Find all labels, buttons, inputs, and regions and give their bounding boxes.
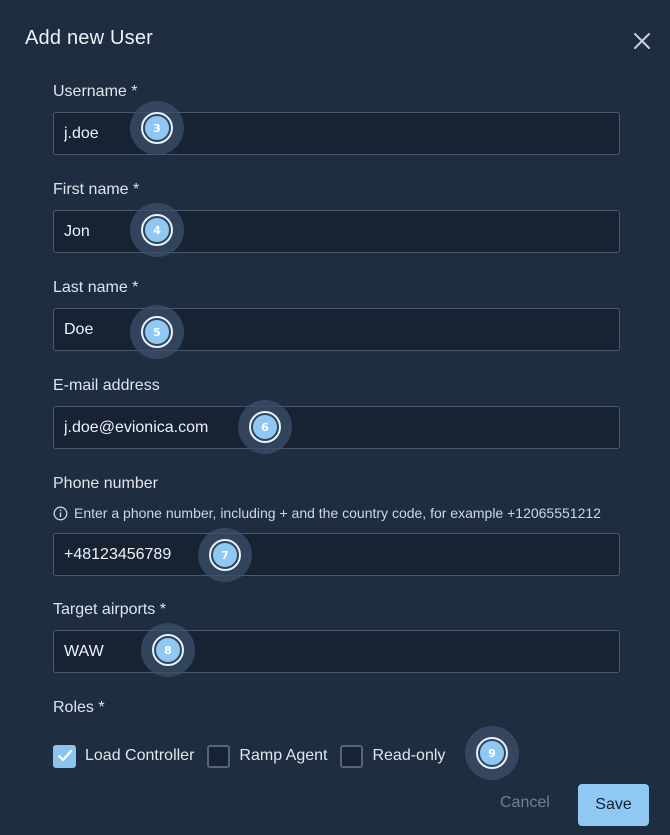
last-name-label: Last name * [53, 279, 139, 296]
role-read-only[interactable]: Read-only [340, 744, 446, 768]
step-marker-number: 6 [253, 415, 277, 439]
phone-input[interactable] [54, 534, 619, 575]
step-marker-7: 7 [198, 528, 252, 582]
ramp-agent-checkbox[interactable] [207, 744, 231, 768]
phone-field-wrapper [53, 533, 620, 576]
step-marker-4: 4 [130, 203, 184, 257]
step-marker-number: 5 [145, 320, 169, 344]
role-label: Read-only [372, 747, 446, 764]
step-marker-number: 7 [213, 543, 237, 567]
airports-field-wrapper [53, 630, 620, 673]
roles-label: Roles * [53, 699, 105, 716]
check-icon [57, 749, 72, 762]
dialog-title: Add new User [25, 27, 154, 49]
close-icon[interactable] [631, 30, 653, 52]
airports-label: Target airports * [53, 601, 166, 618]
first-name-label: First name * [53, 181, 140, 198]
airports-input[interactable] [54, 631, 619, 672]
phone-hint: Enter a phone number, including + and th… [53, 505, 601, 521]
info-icon [53, 506, 68, 521]
add-user-dialog: Add new User Username * 3 First name * 4… [0, 0, 670, 835]
step-marker-6: 6 [238, 400, 292, 454]
role-label: Load Controller [85, 747, 195, 764]
step-marker-number: 8 [156, 638, 180, 662]
username-label: Username * [53, 83, 138, 100]
role-ramp-agent[interactable]: Ramp Agent [207, 744, 328, 768]
step-marker-9: 9 [465, 726, 519, 780]
email-field-wrapper [53, 406, 620, 449]
step-marker-number: 9 [480, 741, 504, 765]
step-marker-number: 4 [145, 218, 169, 242]
phone-hint-text: Enter a phone number, including + and th… [74, 505, 601, 521]
role-label: Ramp Agent [239, 747, 328, 764]
read-only-checkbox[interactable] [340, 744, 364, 768]
email-input[interactable] [54, 407, 619, 448]
roles-group: Load Controller Ramp Agent Read-only [53, 742, 458, 770]
step-marker-number: 3 [145, 116, 169, 140]
step-marker-3: 3 [130, 101, 184, 155]
step-marker-8: 8 [141, 623, 195, 677]
email-label: E-mail address [53, 377, 160, 394]
save-button[interactable]: Save [578, 784, 649, 826]
load-controller-checkbox[interactable] [53, 744, 76, 768]
step-marker-5: 5 [130, 305, 184, 359]
phone-label: Phone number [53, 475, 158, 492]
role-load-controller[interactable]: Load Controller [53, 744, 195, 768]
cancel-button[interactable]: Cancel [500, 794, 550, 812]
